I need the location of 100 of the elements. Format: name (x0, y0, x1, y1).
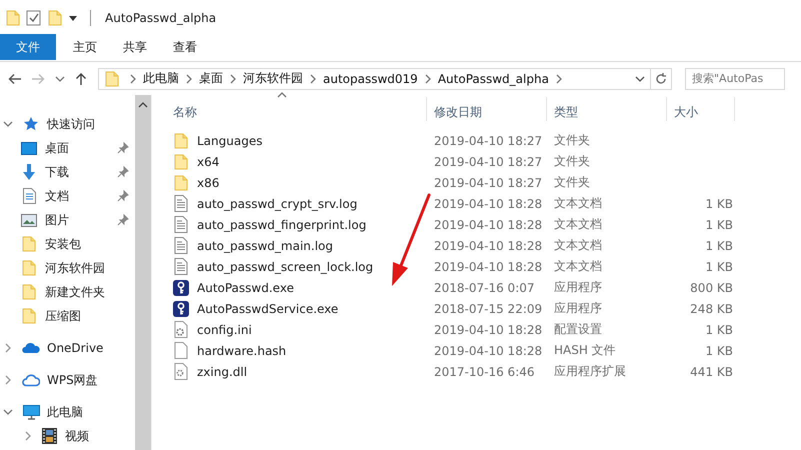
file-type: 文件夹 (554, 154, 590, 168)
modified-date: 2018-07-15 22:09 (434, 302, 542, 316)
modified-date: 2019-04-10 18:27 (434, 154, 542, 168)
column-header[interactable]: 名称 (166, 97, 427, 121)
cloud-icon (22, 373, 40, 387)
file-name: hardware.hash (197, 344, 286, 358)
sidebar-item[interactable]: WPS网盘 (0, 368, 135, 392)
column-header[interactable]: 类型 (547, 97, 667, 121)
address-bar[interactable]: 此电脑 桌面 河东软件园 autopasswd019 AutoPasswd_alpha (98, 68, 672, 90)
file-name: x86 (197, 176, 220, 190)
file-type: 文件夹 (554, 175, 590, 189)
sidebar-item[interactable]: 压缩图 (0, 304, 135, 328)
up-icon[interactable] (75, 72, 87, 86)
breadcrumb[interactable]: AutoPasswd_alpha (434, 72, 553, 86)
file-row[interactable]: x86 2019-04-10 18:27 文件夹 (166, 172, 801, 193)
file-row[interactable]: Languages 2019-04-10 18:27 文件夹 (166, 130, 801, 151)
folder-icon (105, 70, 119, 86)
file-name: auto_passwd_screen_lock.log (197, 260, 374, 274)
search-field[interactable]: 搜索"AutoPas (685, 68, 785, 90)
key-icon (173, 300, 189, 316)
sidebar-item[interactable]: 快速访问 (0, 112, 135, 136)
file-row[interactable]: config.ini 2019-04-10 18:28 配置设置 1 KB (166, 319, 801, 340)
scrollbar[interactable] (135, 95, 151, 450)
file-type: 应用程序扩展 (554, 364, 626, 378)
file-size: 441 KB (690, 364, 733, 378)
file-size: 248 KB (690, 302, 733, 316)
modified-date: 2019-04-10 18:27 (434, 176, 542, 190)
file-type: 文件夹 (554, 133, 590, 147)
computer-icon (22, 404, 40, 420)
file-row[interactable]: x64 2019-04-10 18:27 文件夹 (166, 151, 801, 172)
window-title: AutoPasswd_alpha (105, 10, 216, 24)
ribbon-tab[interactable]: 共享 (110, 34, 160, 60)
cloud-icon (22, 342, 40, 354)
document-icon (174, 258, 188, 275)
properties-icon[interactable] (26, 10, 42, 26)
modified-date: 2019-04-10 18:28 (434, 238, 542, 252)
settings-file-icon (174, 363, 188, 380)
folder-icon (22, 308, 36, 324)
folder-icon (22, 236, 36, 252)
file-type: 应用程序 (554, 280, 602, 294)
modified-date: 2019-04-10 18:28 (434, 260, 542, 274)
file-row[interactable]: hardware.hash 2019-04-10 18:28 HASH 文件 1 KB (166, 340, 801, 361)
sidebar-item[interactable]: 此电脑 (0, 400, 135, 424)
sidebar-item[interactable]: 图片 (0, 208, 135, 232)
desktop-icon (21, 142, 37, 154)
refresh-icon[interactable] (655, 72, 667, 85)
sidebar-item[interactable]: 视频 (0, 424, 135, 448)
file-size: 1 KB (705, 196, 733, 210)
image-icon (21, 214, 37, 226)
folder-icon (174, 154, 188, 170)
file-row[interactable]: auto_passwd_main.log 2019-04-10 18:28 文本文档 1 KB (166, 235, 801, 256)
sidebar-item[interactable]: 桌面 (0, 136, 135, 160)
file-row[interactable]: auto_passwd_crypt_srv.log 2019-04-10 18:28 文本文档 1 KB (166, 193, 801, 214)
modified-date: 2019-04-10 18:28 (434, 322, 542, 336)
modified-date: 2019-04-10 18:28 (434, 344, 542, 358)
sidebar-item[interactable]: 河东软件园 (0, 256, 135, 280)
column-header[interactable]: 修改日期 (427, 97, 547, 121)
folder-icon (174, 174, 188, 190)
folder-icon (22, 260, 36, 276)
file-size: 1 KB (705, 238, 733, 252)
column-header[interactable]: 大小 (667, 97, 735, 121)
document-icon (22, 188, 36, 204)
sidebar-item[interactable]: OneDrive (0, 336, 135, 360)
star-icon (23, 116, 39, 132)
film-icon (42, 428, 56, 444)
file-name: auto_passwd_crypt_srv.log (197, 196, 358, 210)
file-row[interactable]: AutoPasswd.exe 2018-07-16 0:07 应用程序 800 KB (166, 277, 801, 298)
file-type: HASH 文件 (554, 343, 616, 357)
sidebar-item[interactable]: 安装包 (0, 232, 135, 256)
breadcrumb[interactable]: 河东软件园 (239, 70, 307, 87)
file-name: AutoPasswd.exe (197, 280, 294, 294)
folder-icon (22, 284, 36, 300)
new-folder-icon (48, 10, 62, 26)
breadcrumb[interactable]: 桌面 (195, 70, 227, 87)
pin-icon[interactable] (117, 142, 129, 154)
file-row[interactable]: zxing.dll 2017-10-16 6:46 应用程序扩展 441 KB (166, 361, 801, 382)
pin-icon[interactable] (117, 190, 129, 202)
file-type: 应用程序 (554, 301, 602, 315)
sidebar-item[interactable]: 新建文件夹 (0, 280, 135, 304)
breadcrumb[interactable]: 此电脑 (139, 70, 183, 87)
pin-icon[interactable] (117, 166, 129, 178)
folder-icon (6, 10, 20, 26)
sidebar-item[interactable]: 文档 (0, 184, 135, 208)
pin-icon[interactable] (117, 214, 129, 226)
file-size: 800 KB (690, 280, 733, 294)
sidebar-item[interactable]: 下载 (0, 160, 135, 184)
ribbon-tab[interactable]: 查看 (160, 34, 210, 60)
file-type: 文本文档 (554, 196, 602, 210)
modified-date: 2017-10-16 6:46 (434, 364, 534, 378)
document-icon (174, 216, 188, 233)
file-row[interactable]: auto_passwd_fingerprint.log 2019-04-10 18:28 文本文档 1 KB (166, 214, 801, 235)
file-row[interactable]: auto_passwd_screen_lock.log 2019-04-10 18:28 文本文档 1 KB (166, 256, 801, 277)
breadcrumb[interactable]: autopasswd019 (319, 72, 422, 86)
blank-file-icon (174, 342, 188, 359)
file-size: 1 KB (705, 260, 733, 274)
back-icon[interactable] (8, 72, 22, 84)
key-icon (173, 280, 189, 296)
ribbon-tab[interactable]: 主页 (60, 34, 110, 60)
file-name: x64 (197, 154, 220, 168)
file-row[interactable]: AutoPasswdService.exe 2018-07-15 22:09 应用程序 248 KB (166, 298, 801, 319)
